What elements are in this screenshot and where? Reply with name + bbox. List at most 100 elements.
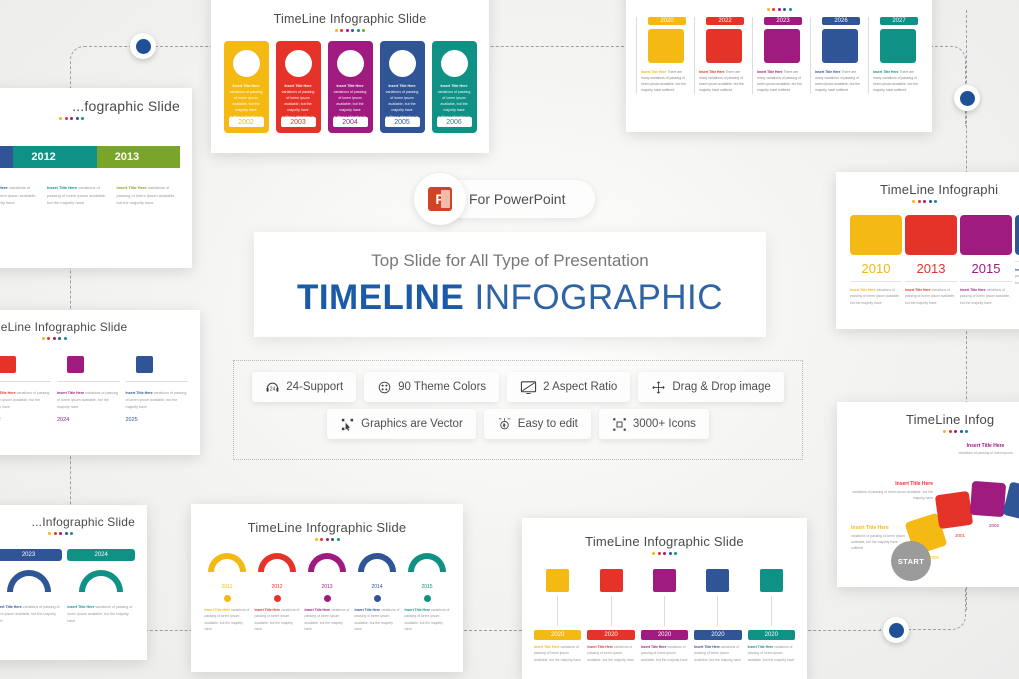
hero-title-light: INFOGRAPHIC xyxy=(464,278,724,317)
chart-icon xyxy=(1015,215,1019,255)
feature-2-aspect-ratio[interactable]: 2 Aspect Ratio xyxy=(507,372,631,402)
arc-item-2011[interactable]: 2011 Insert Title Here variations of pas… xyxy=(205,553,250,633)
segment-2001[interactable] xyxy=(934,490,974,530)
cart-icon xyxy=(546,569,570,592)
timeline-item-2024[interactable]: Insert Title Here variations of passing … xyxy=(57,356,120,423)
feature-label: 3000+ Icons xyxy=(632,418,696,430)
arch-item-2024[interactable]: 2024 Insert Title Here variations of pas… xyxy=(67,549,136,624)
card-2003[interactable]: Insert Title Here variations of passing … xyxy=(275,41,321,133)
puzzle-item-2026[interactable]: 2026 Insert Title Here There are many va… xyxy=(810,17,864,94)
hero-subtitle: Top Slide for All Type of Presentation xyxy=(371,251,649,270)
features-panel: 24 24-Support 90 Theme Colors 2 Aspect R… xyxy=(233,360,803,460)
year-label: 2020 xyxy=(694,630,742,640)
sq-item-4[interactable]: 2020 Insert Title Here variations of pas… xyxy=(694,569,742,663)
timeline-segment-2012[interactable]: 2012 xyxy=(13,146,97,168)
timeline-item-2025[interactable]: Insert Title Here variations of passing … xyxy=(125,356,188,423)
sq-item-2[interactable]: 2020 Insert Title Here variations of pas… xyxy=(587,569,635,663)
card-2004[interactable]: Insert Title Here variations of passing … xyxy=(327,41,373,133)
desc-block: Insert Title Here variations of passing … xyxy=(0,184,41,207)
timeline-segment-2011[interactable]: 2011 xyxy=(0,146,14,168)
hero-title-bold: TIMELINE xyxy=(296,278,465,317)
bullet-dot xyxy=(373,595,381,602)
card-2002[interactable]: Insert Title Here variations of passing … xyxy=(223,41,269,133)
sq-item-1[interactable]: 2020 Insert Title Here variations of pas… xyxy=(533,569,582,663)
item-title: Insert Title Here xyxy=(873,70,899,74)
card-2006[interactable]: Insert Title Here variations of passing … xyxy=(431,41,477,133)
feature-drag-drop-image[interactable]: Drag & Drop image xyxy=(638,372,784,402)
year-label: 2024 xyxy=(67,549,136,561)
item-title: Insert Title Here xyxy=(125,391,153,395)
search-icon xyxy=(67,356,84,373)
slide-right-bottom[interactable]: TimeLine Infog Insert Title Here variati… xyxy=(837,402,1019,587)
slide-title: TimeLine Infographic Slide xyxy=(585,534,744,549)
item-title: Insert Title Here xyxy=(905,288,931,292)
bag-icon xyxy=(905,215,957,255)
feature-graphics-are-vector[interactable]: Graphics are Vector xyxy=(327,409,476,439)
feature-label: 90 Theme Colors xyxy=(398,381,487,393)
desc-title: Insert Title Here xyxy=(116,185,147,190)
dots xyxy=(221,29,479,32)
year-label: 2013 xyxy=(916,261,946,276)
slide-title: TimeLine Infographi xyxy=(880,182,999,197)
puzzle-item-2022[interactable]: 2022 Insert Title Here There are many va… xyxy=(694,17,748,94)
year-label: 2020 xyxy=(747,630,796,640)
card-text: variations of passing of lorem ipsum ava… xyxy=(333,90,367,118)
feature-90-theme-colors[interactable]: 90 Theme Colors xyxy=(364,372,500,402)
timeline-segment-2013[interactable]: 2013 xyxy=(96,146,180,168)
year-label: 2015 xyxy=(421,584,433,590)
tile-item-2010[interactable]: 2010 Insert Title Here variations of pas… xyxy=(850,215,902,306)
slide-mid-left[interactable]: TimeLine Infographic Slide Insert Title … xyxy=(0,310,200,455)
slide-top-center[interactable]: TimeLine Infographic Slide Insert Title … xyxy=(211,0,489,153)
tile-item-2015[interactable]: 2015 Insert Title Here variations of pas… xyxy=(960,215,1012,306)
item-title: Insert Title Here xyxy=(815,70,841,74)
year-label: 2020 xyxy=(533,630,582,640)
powerpoint-badge[interactable]: P For PowerPoint xyxy=(414,173,595,225)
features-row-2: Graphics are Vector Easy to edit 3000+ I… xyxy=(234,409,802,439)
card-2005[interactable]: Insert Title Here variations of passing … xyxy=(379,41,425,133)
item-title: Insert Title Here xyxy=(67,605,95,609)
top-desc-text: variations of passing of lorem ipsum xyxy=(958,451,1013,455)
arc-item-2014[interactable]: 2014 Insert Title Here variations of pas… xyxy=(355,553,400,633)
bullet-dot xyxy=(323,595,331,602)
arc-item-2015[interactable]: 2015 Insert Title Here variations of pas… xyxy=(405,553,450,633)
feature-24-support[interactable]: 24 24-Support xyxy=(252,372,357,402)
sq-item-5[interactable]: 2020 Insert Title Here variations of pas… xyxy=(747,569,796,663)
card-text: variations of passing of lorem ipsum ava… xyxy=(229,90,263,118)
slide-bottom-left[interactable]: ...Infographic Slide 2022 Insert Title H… xyxy=(0,505,147,660)
chart-icon xyxy=(135,356,153,373)
sq-item-3[interactable]: 2020 Insert Title Here variations of pas… xyxy=(640,569,689,663)
start-label: START xyxy=(897,556,925,566)
arch-item-2023[interactable]: 2023 Insert Title Here variations of pas… xyxy=(0,549,63,624)
slide-left[interactable]: ...fographic Slide 2011 2012 2013 Insert… xyxy=(0,88,192,268)
hero-title-card: Top Slide for All Type of Presentation T… xyxy=(254,232,766,337)
feature-3000-icons[interactable]: 3000+ Icons xyxy=(598,409,709,439)
feature-label: 2 Aspect Ratio xyxy=(543,381,618,393)
item-title: Insert Title Here xyxy=(641,70,667,74)
year-label: 2022 xyxy=(0,417,51,423)
arc-item-2012[interactable]: 2012 Insert Title Here variations of pas… xyxy=(255,553,300,633)
slide-title: ...fographic Slide xyxy=(72,98,180,114)
timeline-item-2022[interactable]: Insert Title Here variations of passing … xyxy=(0,356,51,423)
year-label: 2022 xyxy=(706,17,744,25)
feature-easy-to-edit[interactable]: Easy to edit xyxy=(483,409,591,439)
card-title: Insert Title Here xyxy=(388,84,416,88)
slide-bottom-right[interactable]: TimeLine Infographic Slide 2020 Insert T… xyxy=(522,518,807,679)
briefcase-icon xyxy=(79,570,124,592)
dots xyxy=(534,552,795,555)
slide-bottom-center[interactable]: TimeLine Infographic Slide 2011 Insert T… xyxy=(191,504,463,672)
move-arrows-icon xyxy=(652,380,666,394)
slide-right-top[interactable]: TimeLine Infographi 2010 Insert Title He… xyxy=(836,172,1019,329)
arc-item-2013[interactable]: 2013 Insert Title Here variations of pas… xyxy=(305,553,350,633)
target-icon xyxy=(0,356,16,373)
puzzle-item-2027[interactable]: 2027 Insert Title Here There are many va… xyxy=(868,17,922,94)
powerpoint-label: For PowerPoint xyxy=(469,191,566,207)
segment-2002[interactable] xyxy=(969,480,1007,518)
dots xyxy=(943,430,1019,433)
tile-item-2013[interactable]: 2013 Insert Title Here variations of pas… xyxy=(905,215,957,306)
slide-top-right[interactable]: 2020 Insert Title Here There are many va… xyxy=(626,0,932,132)
connector-node-bottom-right xyxy=(883,617,909,643)
puzzle-item-2023[interactable]: 2023 Insert Title Here There are many va… xyxy=(752,17,806,94)
puzzle-item-2020[interactable]: 2020 Insert Title Here There are many va… xyxy=(636,17,690,94)
powerpoint-icon: P xyxy=(414,173,466,225)
tile-item-4[interactable]: Insert Title Here variations of passing … xyxy=(1015,215,1019,306)
